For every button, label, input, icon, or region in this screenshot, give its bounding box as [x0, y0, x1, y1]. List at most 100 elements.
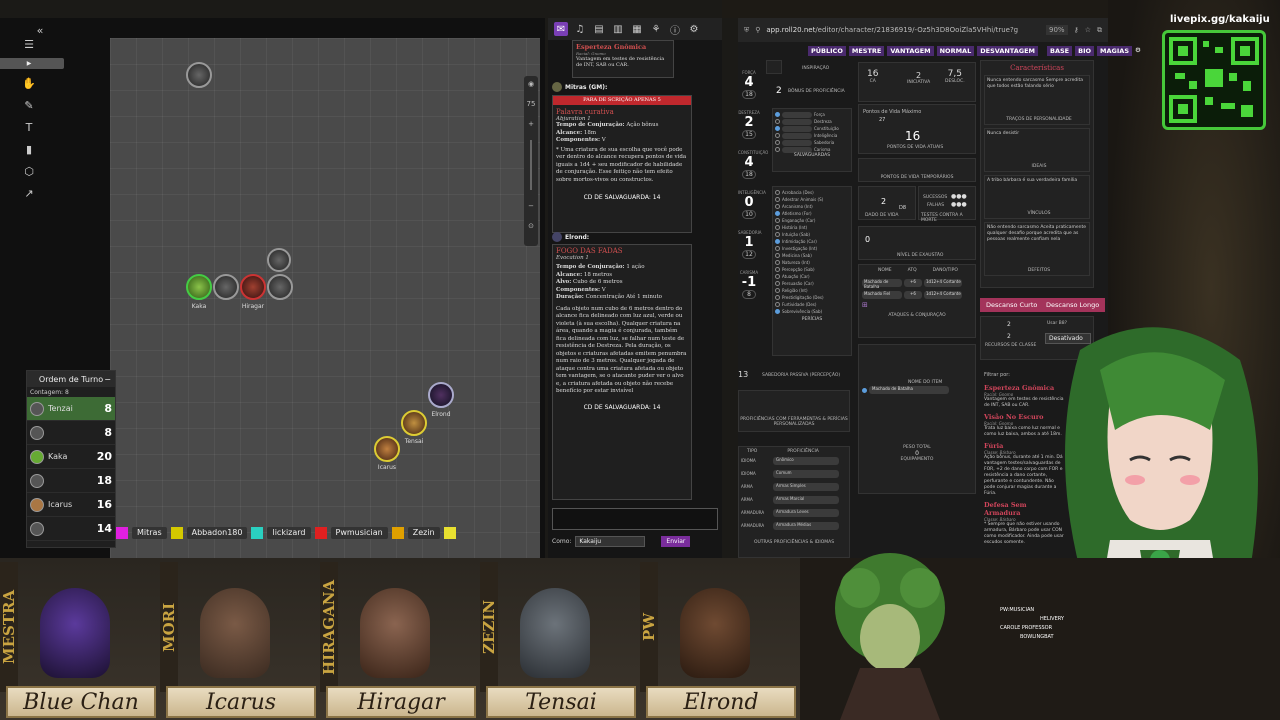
turn-count: Contagem: 8	[30, 389, 69, 396]
tab-desvantagem[interactable]: DESVANTAGEM	[977, 46, 1039, 56]
shield-icon[interactable]: ⛨	[744, 26, 749, 35]
role-tag: PW	[640, 562, 658, 692]
filter-label: Filtrar por:	[984, 372, 1010, 378]
character-name: Blue Chan	[6, 686, 156, 718]
eye-icon[interactable]: ◉	[528, 80, 534, 88]
turn-row[interactable]: Icarus 16	[27, 493, 115, 517]
player-color-swatch	[116, 527, 128, 539]
turn-row[interactable]: Kaka 20	[27, 445, 115, 469]
death-saves: SUCESSOS ●●● FALHAS ●●● TESTES CONTRA A …	[918, 186, 976, 223]
draw-tool-icon[interactable]: ✎	[21, 97, 37, 113]
zoom-track[interactable]	[530, 140, 532, 190]
dice-icon[interactable]: ⬡	[21, 163, 37, 179]
turn-row[interactable]: 18	[27, 469, 115, 493]
trait-box[interactable]: Não entendo sarcasmo Aceita praticamente…	[984, 222, 1090, 276]
exhaustion: 0 NÍVEL DE EXAUSTÃO	[858, 226, 976, 260]
item-row[interactable]: Machado de Batalha	[862, 385, 972, 395]
inspiration-box[interactable]	[766, 60, 782, 74]
settings-tab-icon[interactable]: ⚙	[687, 22, 701, 36]
speaking-as-select[interactable]: Kakaiju	[575, 536, 646, 547]
turn-row[interactable]: Tenzai 8	[27, 397, 115, 421]
hit-dice: 2 D8 DADO DE VIDA	[858, 186, 916, 220]
url-bar[interactable]: app.roll20.net/editor/character/21836919…	[766, 26, 1040, 34]
temp-hp-box[interactable]: PONTOS DE VIDA TEMPORÁRIOS	[858, 158, 976, 182]
select-tool-icon[interactable]: ▶	[0, 58, 64, 69]
minimize-icon[interactable]: −	[104, 375, 111, 384]
player-item[interactable]: Mitras	[116, 527, 167, 539]
turn-row[interactable]: 14	[27, 517, 115, 541]
token-avatar-icon	[30, 425, 44, 440]
zoom-level[interactable]: 90%	[1046, 25, 1068, 35]
key-icon[interactable]: ⚷	[1074, 26, 1079, 34]
zoom-slider[interactable]: ◉ 75 + − ⊙	[524, 76, 538, 246]
chat-input[interactable]	[552, 508, 718, 530]
vtt-canvas[interactable]: ☰ ▶ ✋ ✎ T ▮ ⬡ ↗ « Kaka Hiragar Elrond Te…	[0, 18, 545, 558]
tab-vantagem[interactable]: VANTAGEM	[887, 46, 934, 56]
tab-mestre[interactable]: MESTRE	[848, 46, 885, 56]
token-label: Hiragar	[241, 303, 265, 310]
map-token[interactable]	[267, 274, 293, 300]
map-token[interactable]	[213, 274, 239, 300]
role-tag: HIRAGANA	[320, 562, 338, 692]
passive-perception: 13	[738, 370, 749, 379]
character-name: Tensai	[486, 686, 636, 718]
send-button[interactable]: Enviar	[661, 536, 691, 547]
map-token[interactable]	[186, 62, 212, 88]
art-tab-icon[interactable]: ♫	[573, 22, 587, 36]
turn-order-panel: Ordem de Turno − Contagem: 8 Tenzai 8 8 Ka…	[26, 370, 116, 548]
tab-normal[interactable]: NORMAL	[936, 46, 975, 56]
trait-box[interactable]: Nunca entendo sarcasmo Sempre acredita q…	[984, 75, 1090, 125]
decks-tab-icon[interactable]: ▦	[630, 22, 644, 36]
spell-banner: PARA DE SCRIÇÃO APENAS 5	[553, 96, 691, 105]
eraser-icon[interactable]: ▮	[21, 141, 37, 157]
settings-icon[interactable]: ⚙	[1135, 46, 1141, 56]
trait-box[interactable]: Nunca desistir IDEAIS	[984, 128, 1090, 172]
token-icarus[interactable]	[374, 436, 400, 462]
portrait-card: PW Elrond	[640, 558, 800, 720]
map-token[interactable]	[267, 248, 291, 272]
player-item[interactable]: Zezin	[391, 527, 440, 539]
tune-icon[interactable]: ⚲	[755, 26, 760, 34]
trait-box[interactable]: A tribo bárbara é sua verdadeira família…	[984, 175, 1090, 219]
player-item[interactable]: Pwmusician	[314, 527, 388, 539]
player-item[interactable]: Abbadon180	[170, 527, 248, 539]
traits: Características Nunca entendo sarcasmo S…	[980, 60, 1094, 288]
tab-base[interactable]: BASE	[1047, 46, 1073, 56]
pan-tool-icon[interactable]: ✋	[21, 75, 37, 91]
collections-tab-icon[interactable]: ⚘	[649, 22, 663, 36]
zoom-out-icon[interactable]: −	[528, 202, 534, 210]
text-tool-icon[interactable]: T	[21, 119, 37, 135]
info-tab-icon[interactable]: ⓘ	[668, 22, 682, 37]
compendium-tab-icon[interactable]: ▥	[611, 22, 625, 36]
battle-map[interactable]: Kaka Hiragar Elrond Tensai Icarus	[110, 38, 540, 558]
tab-magias[interactable]: MAGIAS	[1097, 46, 1132, 56]
short-rest-button[interactable]: Descanso Curto	[980, 298, 1044, 312]
spell-name: Palavra curativa	[556, 108, 614, 116]
turn-row[interactable]: 8	[27, 421, 115, 445]
role-tag: ZEZIN	[480, 562, 498, 692]
player-color-swatch	[314, 527, 327, 539]
token-kaka[interactable]	[186, 274, 212, 300]
collapse-icon[interactable]: «	[32, 22, 48, 38]
add-icon[interactable]: ⊞	[862, 301, 972, 309]
star-icon[interactable]: ☆	[1085, 26, 1091, 34]
token-hiragar[interactable]	[240, 274, 266, 300]
attack-row[interactable]: Machado Fiel +6 1d12+4 Cortante	[862, 289, 972, 301]
attack-row[interactable]: Machado de Batalha +6 1d12+4 Cortante	[862, 277, 972, 289]
zoom-in-icon[interactable]: +	[528, 120, 534, 128]
token-elrond[interactable]	[428, 382, 454, 408]
hp-current[interactable]: 16	[905, 129, 920, 143]
measure-icon[interactable]: ↗	[21, 185, 37, 201]
token-tensai[interactable]	[401, 410, 427, 436]
chat-tab-icon[interactable]: ✉	[554, 22, 568, 36]
menu-icon[interactable]: ☰	[21, 36, 37, 52]
tab-publico[interactable]: PÚBLICO	[808, 46, 846, 56]
settings-icon[interactable]: ⊙	[528, 222, 534, 230]
extension-icon[interactable]: ⧉	[1097, 26, 1102, 35]
tab-bio[interactable]: BIO	[1075, 46, 1095, 56]
player-item[interactable]: lickizard	[251, 527, 311, 539]
hp-box: Pontos de Vida Máximo 27 16 PONTOS DE VI…	[858, 104, 976, 154]
save-dc: CD DE SALVAGUARDA: 14	[583, 194, 661, 201]
journal-tab-icon[interactable]: ▤	[592, 22, 606, 36]
spell-name: FOGO DAS FADAS	[556, 247, 623, 255]
